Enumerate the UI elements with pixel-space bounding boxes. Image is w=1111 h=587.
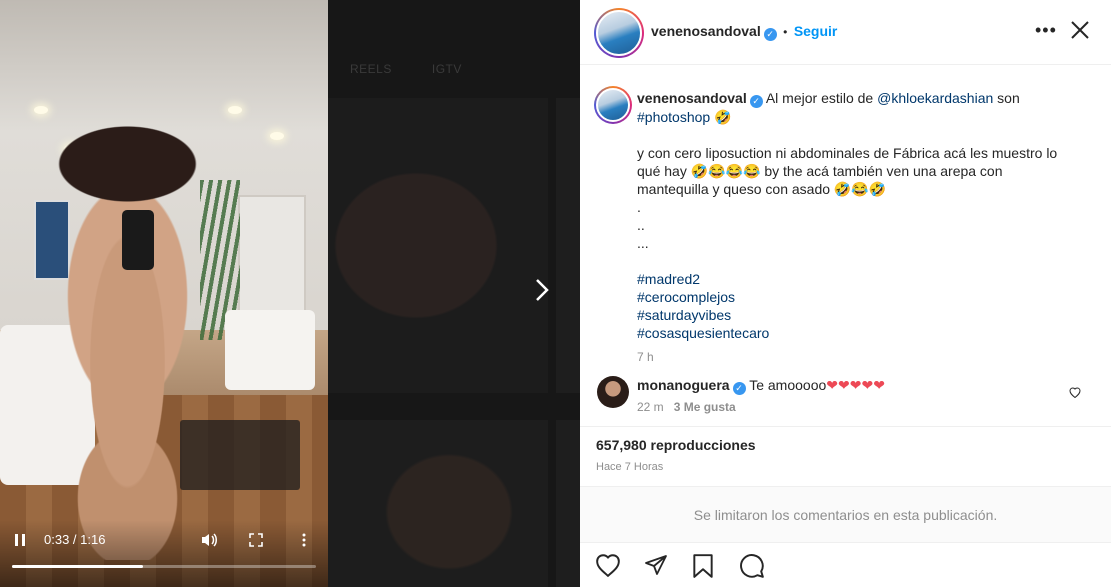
tab-igtv: IGTV [431,62,462,76]
next-post-arrow-icon[interactable] [528,278,556,306]
caption-dot: ... [637,235,649,251]
post-time[interactable]: Hace 7 Horas [596,461,663,473]
pause-icon[interactable] [10,528,30,552]
person [40,120,215,560]
grid-thumbnail [556,98,580,393]
post-stats: 657,980 reproducciones Hace 7 Horas [580,426,1111,486]
background-tabs: REELS IGTV [328,62,580,86]
grid-thumbnail [328,98,548,393]
tab-reels: REELS [350,62,392,76]
emoji: 🤣😂🤣 [833,181,887,197]
post-panel: venenosandoval ✓ • Seguir ••• venenosando… [580,0,1111,587]
caption-username[interactable]: venenosandoval [637,90,747,106]
hashtag-link[interactable]: #cosasquesientecaro [637,324,1067,342]
verified-badge-icon: ✓ [749,95,763,108]
armchair [225,310,315,390]
progress-bar[interactable] [12,565,316,568]
caption-intro-tail: son [997,90,1020,106]
hashtag-photoshop[interactable]: #photoshop [637,109,710,125]
heart-emojis: ❤❤❤❤❤ [826,377,885,393]
header-author-line: venenosandoval ✓ • Seguir [651,23,837,41]
follow-button[interactable]: Seguir [794,23,838,39]
comments-area: venenosandoval ✓ Al mejor estilo de @khlo… [580,66,1111,426]
mention-link[interactable]: @khloekardashian [877,90,993,106]
hashtag-link[interactable]: #cerocomplejos [637,288,1067,306]
comments-limited-notice: Se limitaron los comentarios en esta pub… [580,486,1111,542]
author-avatar[interactable] [594,8,644,58]
ceiling-light [270,132,284,140]
comment-row: monanoguera ✓ Te amooooo❤❤❤❤❤ 22 m 3 Me gu… [597,372,1097,420]
author-username[interactable]: venenosandoval [651,23,761,39]
caption-dot: . [637,199,641,215]
volume-icon[interactable] [198,528,220,552]
caption: venenosandoval ✓ Al mejor estilo de @khlo… [637,89,1067,366]
like-comment-heart-icon[interactable] [1069,386,1081,401]
emoji: 🤣😂😂😂 [690,163,761,179]
duration: 1:16 [80,532,106,547]
comment-bubble-icon[interactable] [739,553,765,579]
caption-age[interactable]: 7 h [637,348,1067,366]
view-count[interactable]: 657,980 reproducciones [596,437,756,453]
more-options-icon[interactable]: ••• [1035,20,1057,40]
action-bar [580,542,1111,587]
fullscreen-icon[interactable] [246,528,266,552]
caption-dot: .. [637,217,645,233]
phone [122,210,154,270]
video-player[interactable]: 0:33 / 1:16 [0,0,328,587]
current-time: 0:33 [44,532,70,547]
comment-meta: 22 m 3 Me gusta [637,400,736,414]
grid-thumbnail [328,420,548,587]
share-send-icon[interactable] [643,553,669,579]
comment-body: Te amooooo [749,377,827,393]
background-profile-grid: REELS IGTV [328,0,580,587]
hashtag-link[interactable]: #saturdayvibes [637,306,1067,324]
hashtag-link[interactable]: #madred2 [637,270,1067,288]
instagram-post-modal: 0:33 / 1:16 REELS IGTV venenosandoval ✓ … [0,0,1111,587]
time-separator: / [69,532,81,547]
video-time: 0:33 / 1:16 [44,528,105,552]
caption-intro: Al mejor estilo de [765,90,874,106]
progress-fill [12,565,143,568]
ceiling-light [34,106,48,114]
post-header: venenosandoval ✓ • Seguir ••• [580,0,1111,65]
caption-author-avatar[interactable] [594,86,632,124]
separator-dot: • [783,25,788,39]
commenter-avatar[interactable] [597,376,629,408]
comment-age[interactable]: 22 m [637,400,664,414]
emoji: 🤣 [714,109,732,125]
ceiling-light [228,106,242,114]
commenter-username[interactable]: monanoguera [637,377,730,393]
video-controls: 0:33 / 1:16 [0,520,328,587]
save-bookmark-icon[interactable] [691,553,717,579]
like-heart-icon[interactable] [595,553,621,579]
verified-badge-icon: ✓ [732,382,746,395]
more-options-icon[interactable] [296,528,312,552]
close-icon[interactable] [1070,17,1090,45]
comment-text: monanoguera ✓ Te amooooo❤❤❤❤❤ [637,376,885,395]
verified-badge-icon: ✓ [763,28,777,41]
grid-thumbnail [556,420,580,587]
comment-likes[interactable]: 3 Me gusta [674,400,736,414]
